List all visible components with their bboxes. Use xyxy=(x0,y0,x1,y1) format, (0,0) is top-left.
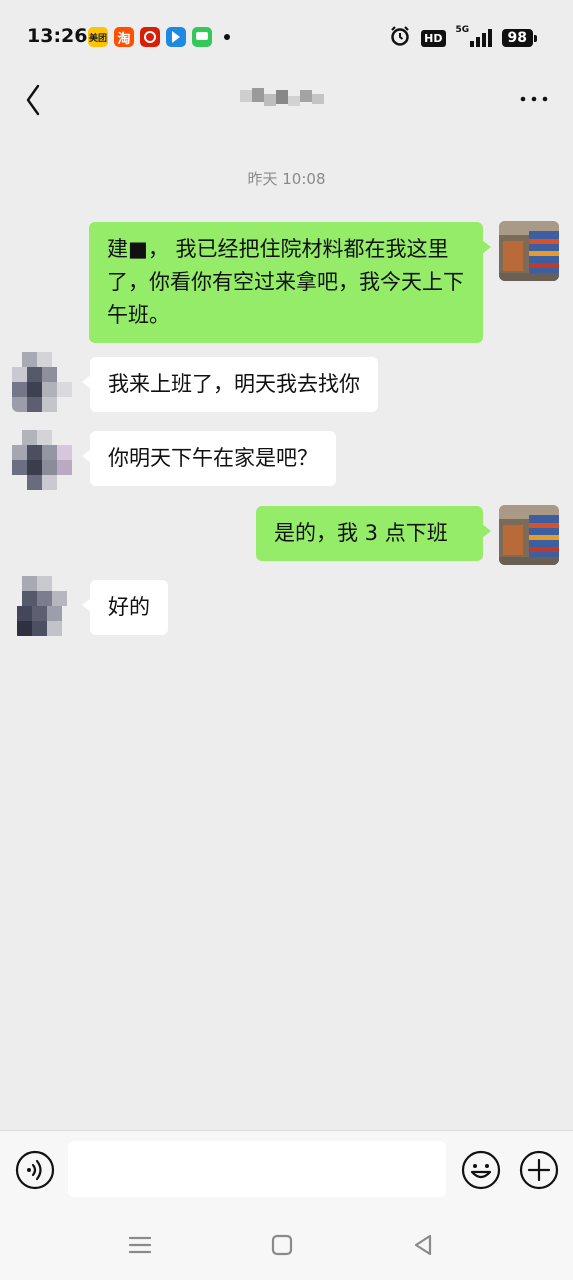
more-notifications-dot xyxy=(224,34,230,40)
my-avatar[interactable] xyxy=(499,221,559,281)
message-bubble-sent[interactable]: 建■， 我已经把住院材料都在我这里了，你看你有空过来拿吧，我今天上下午班。 xyxy=(89,222,491,343)
status-bar: 13:26 美团 淘 HD 5G 98 xyxy=(0,0,573,74)
chat-header xyxy=(0,74,573,126)
emoji-button[interactable] xyxy=(460,1149,502,1191)
back-triangle-icon xyxy=(414,1234,432,1256)
smiley-icon xyxy=(461,1150,501,1190)
taobao-app-icon: 淘 xyxy=(114,27,134,47)
signal-icon: 5G xyxy=(456,25,492,49)
message-text: 是的，我 3 点下班 xyxy=(274,521,448,545)
system-navigation-bar xyxy=(0,1210,573,1280)
message-bubble-sent[interactable]: 是的，我 3 点下班 xyxy=(256,506,491,561)
message-timestamp: 昨天 10:08 xyxy=(247,170,326,188)
home-square-icon xyxy=(271,1234,293,1256)
contact-photo-redacted xyxy=(12,430,72,490)
message-text: 我来上班了，明天我去找你 xyxy=(108,372,360,396)
plus-icon xyxy=(519,1150,559,1190)
menu-lines-icon xyxy=(128,1236,152,1254)
home-button[interactable] xyxy=(267,1230,297,1260)
red-app-icon xyxy=(140,27,160,47)
store-shelves-image xyxy=(499,505,559,565)
notification-icons: 美团 淘 xyxy=(88,27,230,47)
my-avatar[interactable] xyxy=(499,505,559,565)
message-text: 建■， 我已经把住院材料都在我这里了，你看你有空过来拿吧，我今天上下午班。 xyxy=(107,237,464,327)
voice-input-button[interactable] xyxy=(14,1149,56,1191)
back-button[interactable] xyxy=(18,80,48,120)
more-dots-icon xyxy=(520,96,548,102)
system-back-button[interactable] xyxy=(408,1230,438,1260)
blue-app-icon xyxy=(166,27,186,47)
hd-badge: HD xyxy=(421,29,446,47)
status-time: 13:26 xyxy=(27,25,88,47)
message-bubble-received[interactable]: 我来上班了，明天我去找你 xyxy=(82,357,378,412)
status-indicators: HD 5G 98 xyxy=(389,25,538,51)
voice-icon xyxy=(15,1150,55,1190)
contact-avatar[interactable] xyxy=(12,576,72,636)
battery-indicator: 98 xyxy=(501,29,538,47)
message-bubble-received[interactable]: 好的 xyxy=(82,580,168,635)
chevron-left-icon xyxy=(26,84,40,116)
contact-photo-redacted xyxy=(12,352,72,412)
menu-button[interactable] xyxy=(125,1230,155,1260)
contact-avatar[interactable] xyxy=(12,430,72,490)
more-functions-button[interactable] xyxy=(518,1149,560,1191)
store-shelves-image xyxy=(499,221,559,281)
chat-title-redacted xyxy=(240,84,325,112)
more-options-button[interactable] xyxy=(519,86,549,112)
message-input[interactable] xyxy=(68,1141,446,1197)
meituan-app-icon: 美团 xyxy=(88,27,108,47)
alarm-icon xyxy=(389,25,411,51)
chat-input-bar xyxy=(0,1130,573,1211)
contact-avatar[interactable] xyxy=(12,352,72,412)
message-text: 你明天下午在家是吧？ xyxy=(108,446,318,470)
contact-photo-redacted xyxy=(12,576,72,636)
message-text: 好的 xyxy=(108,595,150,619)
green-app-icon xyxy=(192,27,212,47)
message-bubble-received[interactable]: 你明天下午在家是吧？ xyxy=(82,431,336,486)
